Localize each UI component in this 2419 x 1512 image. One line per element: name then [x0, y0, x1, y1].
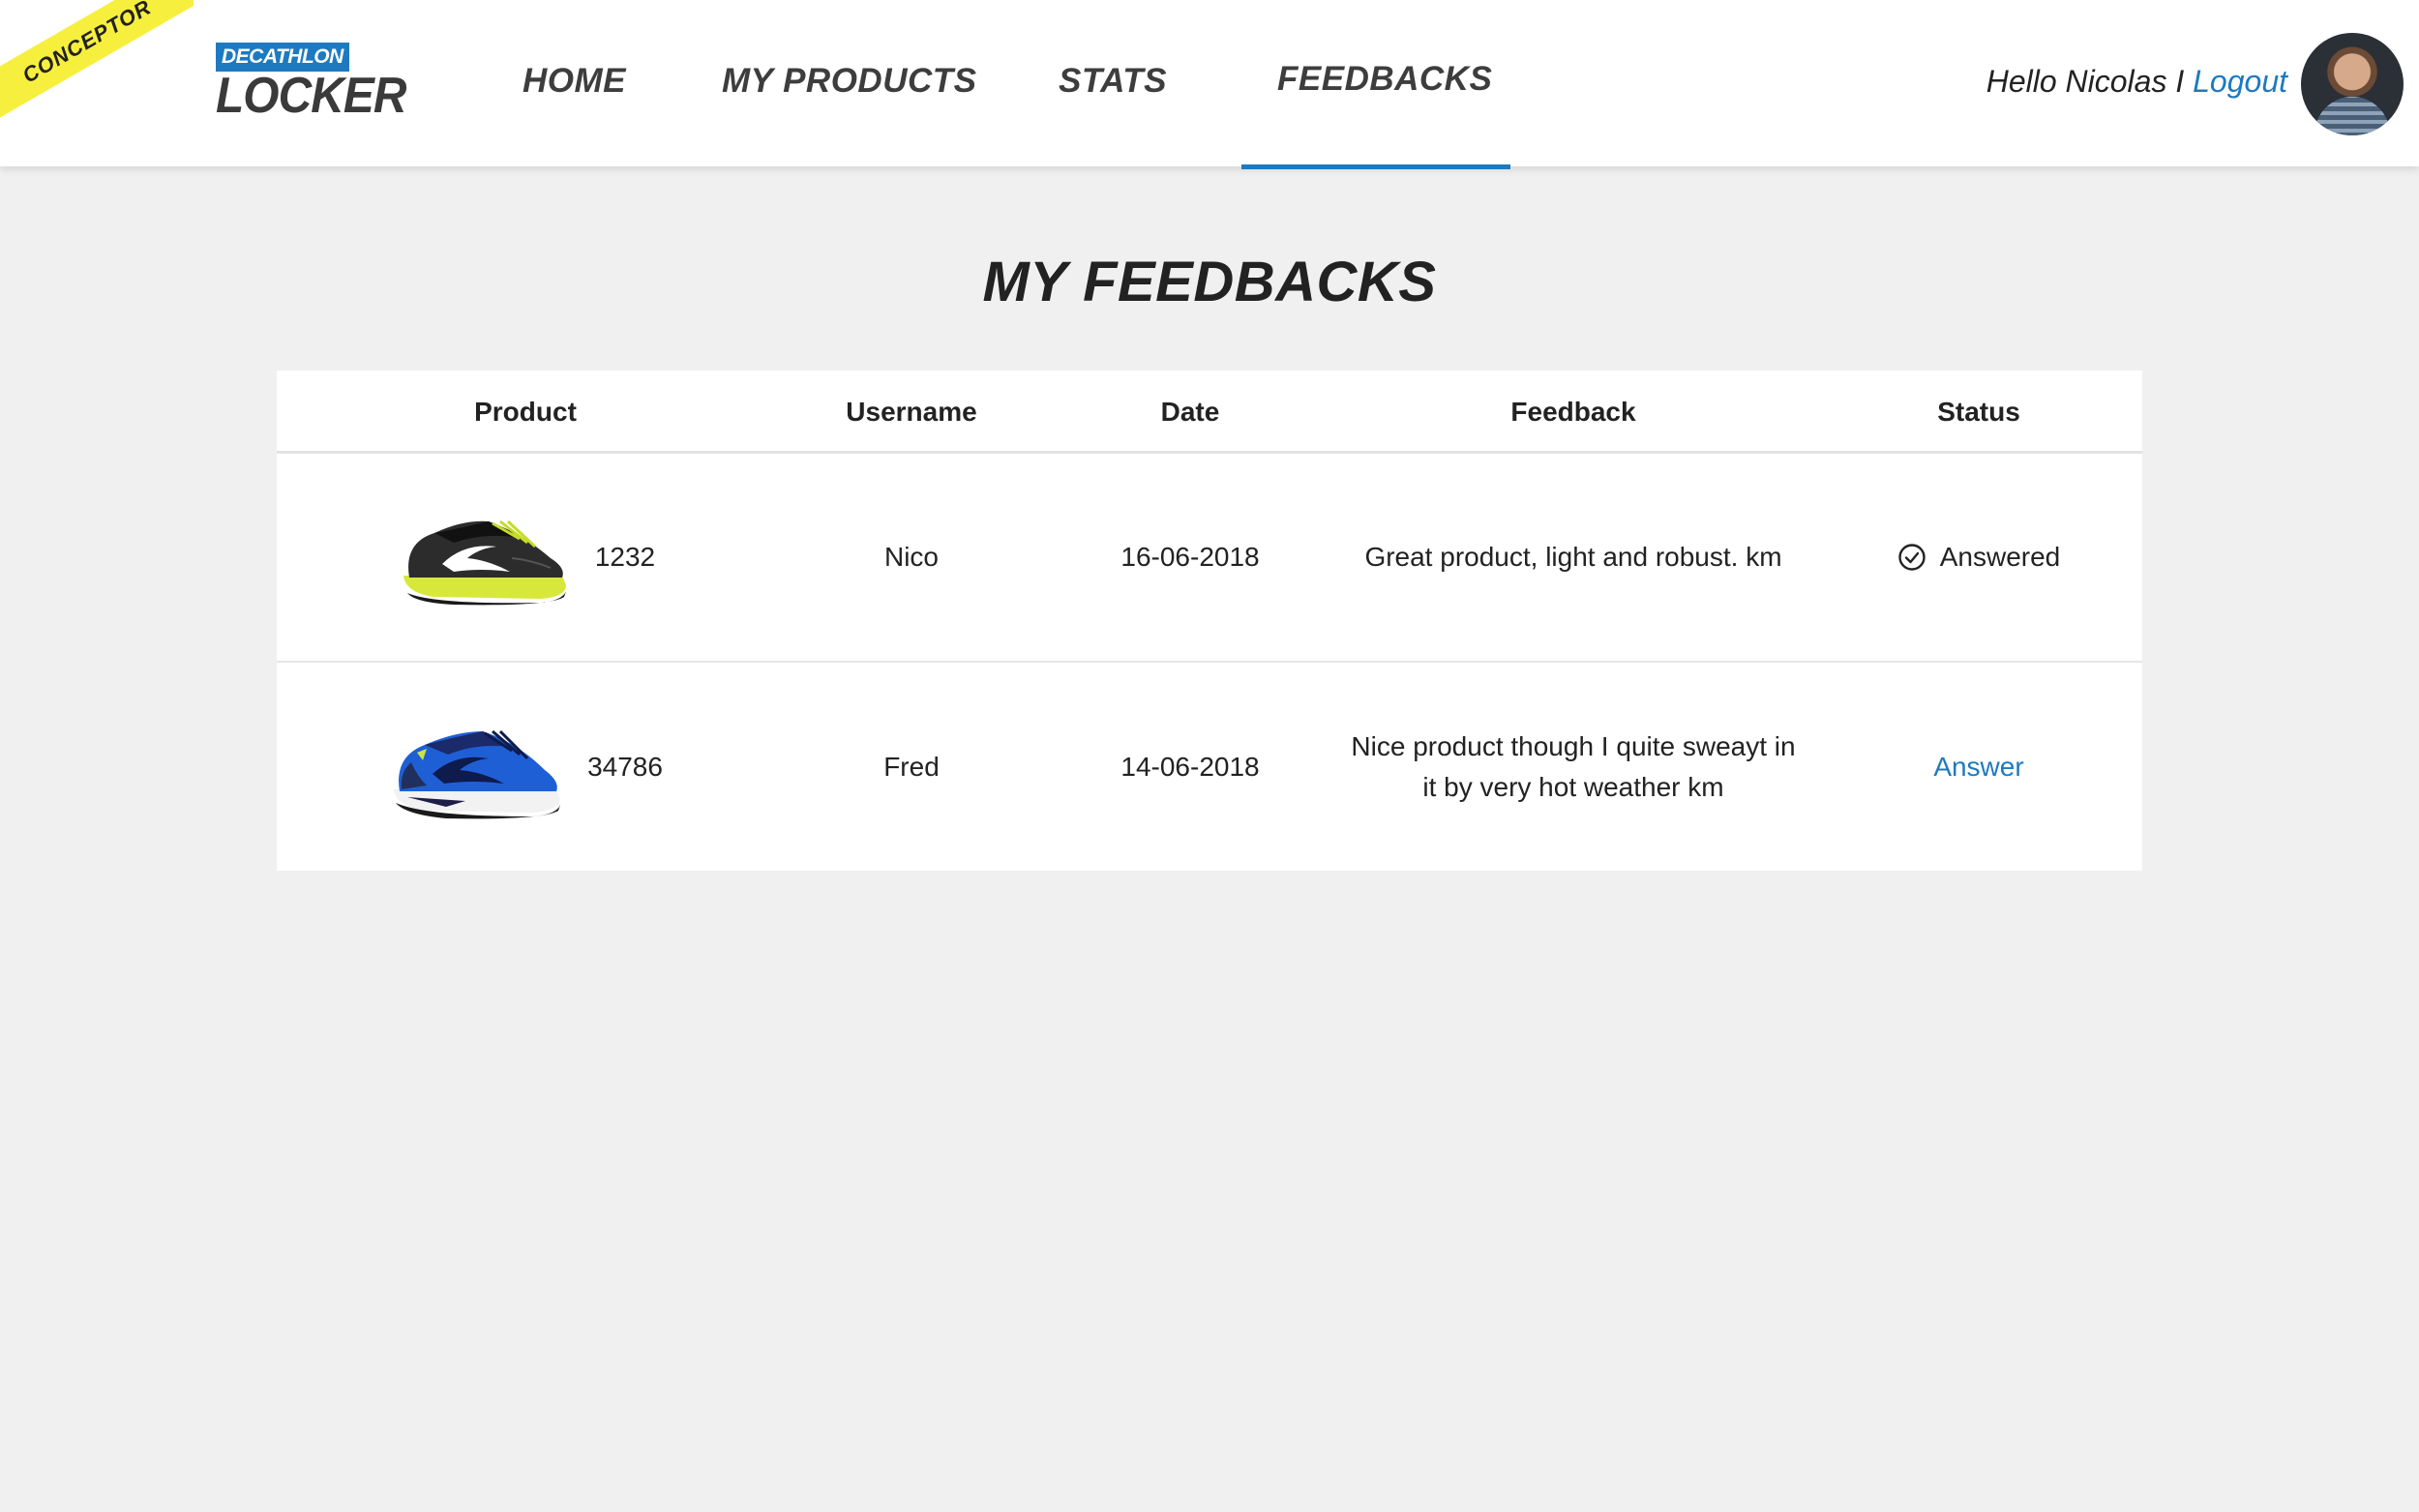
trail-shoe-icon: [403, 519, 566, 606]
header-username: Username: [846, 397, 977, 427]
product-id: 34786: [587, 751, 663, 782]
feedback-cell: Great product, light and robust. km: [1364, 542, 1782, 572]
nav-home[interactable]: HOME: [523, 62, 626, 101]
check-circle-icon: [1898, 544, 1926, 571]
status-cell: Answered: [1815, 454, 2142, 661]
active-tab-indicator: [1241, 164, 1510, 169]
nav-feedbacks[interactable]: FEEDBACKS: [1277, 60, 1492, 99]
nav-stats[interactable]: STATS: [1059, 62, 1167, 101]
date-cell: 14-06-2018: [1120, 751, 1260, 782]
running-shoe-icon: [394, 729, 561, 818]
feedbacks-table: Product Username Date Feedback Status 12…: [277, 371, 2142, 871]
date-cell: 16-06-2018: [1120, 542, 1260, 572]
header-date: Date: [1160, 397, 1220, 427]
user-greeting-area: Hello Nicolas I Logout: [1986, 64, 2287, 100]
user-avatar[interactable]: [2301, 33, 2404, 135]
header-feedback: Feedback: [1510, 397, 1636, 427]
username-cell: Fred: [883, 751, 940, 782]
status-answered: Answered: [1897, 537, 2061, 578]
header-product: Product: [474, 397, 577, 427]
conceptor-ribbon: CONCEPTOR: [0, 0, 194, 126]
decathlon-locker-logo[interactable]: DECATHLON LOCKER: [216, 43, 406, 124]
product-cell: 1232: [277, 454, 774, 661]
status-label: Answered: [1939, 542, 2061, 572]
answer-link[interactable]: Answer: [1933, 747, 2023, 787]
table-row[interactable]: 34786 Fred 14-06-2018 Nice product thoug…: [277, 663, 2142, 871]
status-cell: Answer: [1815, 663, 2142, 871]
page-title: MY FEEDBACKS: [982, 251, 1437, 313]
feedback-text: Nice product though I quite sweayt in it…: [1351, 730, 1796, 802]
ribbon-label: CONCEPTOR: [0, 0, 194, 126]
header-status: Status: [1937, 397, 2020, 427]
product-cell: 34786: [277, 663, 774, 871]
avatar-shirt: [2314, 97, 2390, 135]
greeting-separator: I: [2166, 64, 2194, 99]
table-header: Product Username Date Feedback Status: [277, 371, 2142, 454]
user-greeting: Hello Nicolas: [1986, 64, 2167, 99]
product-id: 1232: [594, 542, 656, 572]
feedback-cell: Nice product though I quite sweayt in it…: [1331, 663, 1815, 871]
username-cell: Nico: [883, 542, 939, 572]
table-row[interactable]: 1232 Nico 16-06-2018 Great product, ligh…: [277, 454, 2142, 663]
top-navigation-bar: CONCEPTOR DECATHLON LOCKER HOME MY PRODU…: [0, 0, 2419, 169]
logout-link[interactable]: Logout: [2193, 64, 2287, 99]
nav-my-products[interactable]: MY PRODUCTS: [722, 62, 977, 101]
logo-word: LOCKER: [216, 68, 406, 124]
